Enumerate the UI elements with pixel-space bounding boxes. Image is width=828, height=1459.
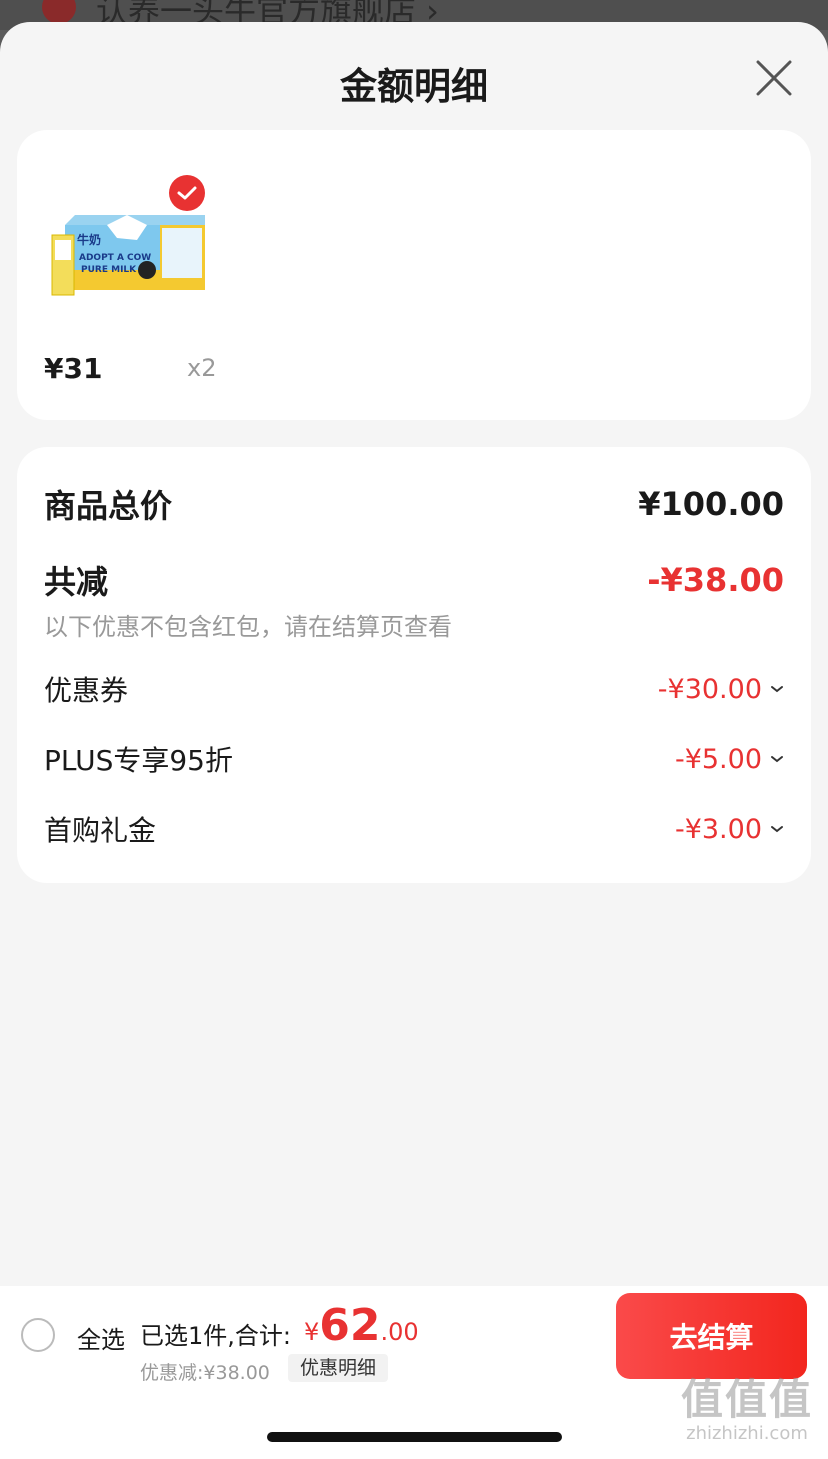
discount-detail-button[interactable]: 优惠明细: [288, 1354, 389, 1382]
discount-note: 以下优惠不包含红包，请在结算页查看: [44, 613, 452, 641]
total-reduction-label: 共减: [44, 563, 109, 601]
total-amount: ¥62.00: [304, 1300, 419, 1351]
total-integer: 62: [319, 1300, 381, 1351]
svg-text:PURE MILK: PURE MILK: [81, 265, 137, 275]
selected-count-text: 已选1件,合计:: [140, 1322, 291, 1350]
discount-value[interactable]: -¥5.00: [675, 744, 784, 775]
product-card: 牛奶 ADOPT A COW PURE MILK ¥31 x2: [17, 130, 811, 420]
select-all-label[interactable]: 全选: [77, 1320, 125, 1355]
total-price-value: ¥100.00: [638, 485, 784, 523]
watermark-site: zhizhizhi.com: [686, 1423, 808, 1444]
total-currency: ¥: [304, 1318, 320, 1346]
total-price-row: 商品总价 ¥100.00: [44, 481, 784, 527]
discount-row-coupon[interactable]: 优惠券 -¥30.00: [44, 669, 784, 709]
product-quantity: x2: [187, 354, 217, 382]
select-all-radio[interactable]: [21, 1318, 55, 1352]
svg-text:ADOPT A COW: ADOPT A COW: [79, 253, 151, 263]
watermark-logo: 值值值: [680, 1375, 813, 1424]
discount-value[interactable]: -¥3.00: [675, 814, 784, 845]
product-price: ¥31: [44, 352, 103, 385]
discount-summary: 优惠减:¥38.00: [140, 1362, 270, 1384]
total-price-label: 商品总价: [44, 487, 173, 525]
price-detail-card: 商品总价 ¥100.00 共减 -¥38.00 以下优惠不包含红包，请在结算页查…: [17, 447, 811, 883]
product-selected-check[interactable]: [169, 175, 205, 211]
check-icon: [177, 186, 197, 200]
home-indicator[interactable]: [267, 1432, 562, 1442]
total-reduction-row: 共减 -¥38.00: [44, 557, 784, 603]
discount-row-plus[interactable]: PLUS专享95折 -¥5.00: [44, 739, 784, 779]
sheet-title: 金额明细: [340, 65, 488, 108]
chevron-down-icon: [771, 826, 783, 833]
discount-value[interactable]: -¥30.00: [658, 674, 784, 705]
amount-detail-sheet: 金额明细 牛奶 ADOPT A COW PURE MILK ¥31 x2 商品总…: [0, 22, 828, 1459]
close-icon: [756, 60, 792, 96]
chevron-down-icon: [771, 686, 783, 693]
chevron-down-icon: [771, 756, 783, 763]
discount-label: PLUS专享95折: [44, 744, 233, 777]
watermark: 值值值 zhizhizhi.com: [672, 1366, 822, 1444]
discount-label: 首购礼金: [44, 814, 157, 847]
svg-text:牛奶: 牛奶: [77, 232, 101, 247]
total-decimal: .00: [380, 1318, 419, 1346]
close-button[interactable]: [752, 56, 796, 100]
discount-row-first-purchase[interactable]: 首购礼金 -¥3.00: [44, 809, 784, 849]
discount-label: 优惠券: [44, 674, 129, 707]
total-reduction-value: -¥38.00: [647, 561, 784, 599]
store-check-icon: [42, 0, 76, 24]
